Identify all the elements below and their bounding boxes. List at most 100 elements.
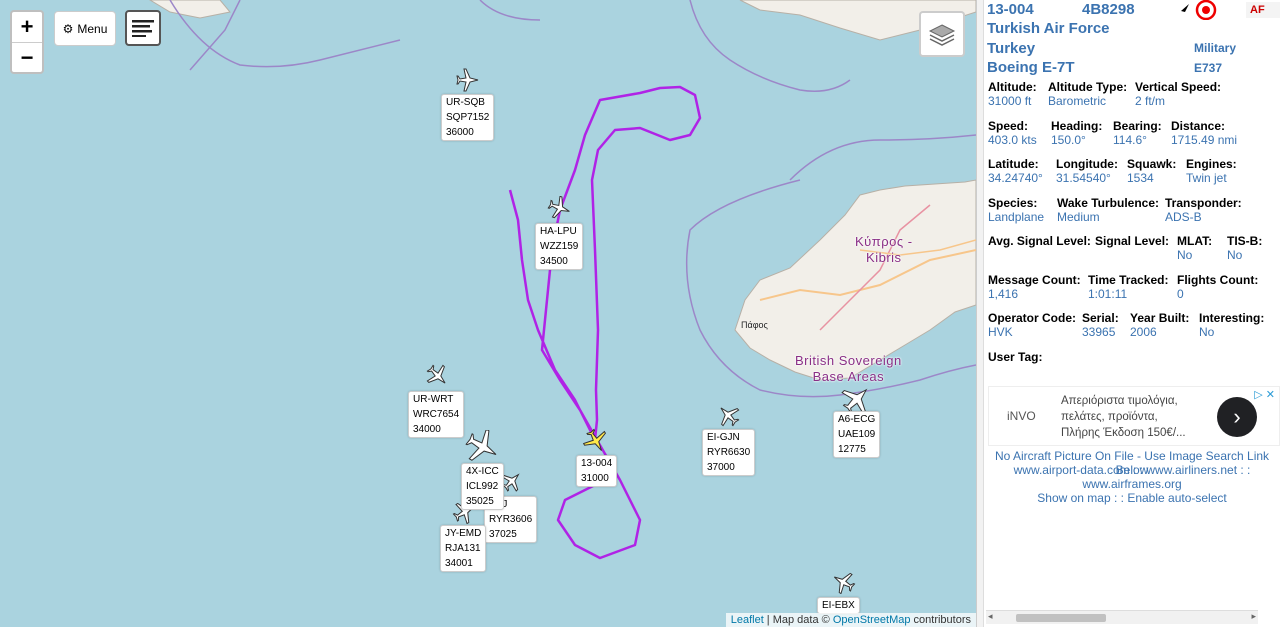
field-value: 33965 bbox=[1082, 325, 1116, 339]
leaflet-link[interactable]: Leaflet bbox=[731, 614, 764, 626]
field-label: Engines: bbox=[1186, 157, 1237, 171]
airplane-icon[interactable] bbox=[715, 403, 741, 427]
map-attribution: Leaflet | Map data © OpenStreetMap contr… bbox=[725, 613, 976, 627]
icao-hex: 4B8298 bbox=[1082, 1, 1135, 18]
field-value: 1:01:11 bbox=[1088, 287, 1128, 301]
ad-brand: iNVO bbox=[1007, 409, 1036, 423]
field-label: Altitude Type: bbox=[1048, 80, 1128, 94]
selected-aircraft-label[interactable]: 13-004 31000 bbox=[576, 455, 618, 487]
field-label: Transponder: bbox=[1165, 196, 1242, 210]
direction-arrow-icon bbox=[1181, 4, 1189, 12]
field-label: TIS-B: bbox=[1227, 234, 1263, 248]
country-name: Turkey bbox=[987, 40, 1036, 57]
zoom-out-button[interactable]: − bbox=[12, 42, 42, 72]
field-label: Longitude: bbox=[1056, 157, 1118, 171]
gear-icon: ⚙ bbox=[62, 21, 74, 36]
aircraft-type-code: E737 bbox=[1194, 61, 1223, 75]
osm-link[interactable]: OpenStreetMap bbox=[833, 614, 911, 626]
chevron-right-icon[interactable]: › bbox=[1217, 397, 1257, 437]
field-value: 34.24740° bbox=[988, 171, 1043, 185]
ad-choices-icon[interactable]: ▷ ✕ bbox=[1254, 388, 1275, 401]
field-label: Flights Count: bbox=[1177, 273, 1259, 287]
field-value: 150.0° bbox=[1051, 133, 1086, 147]
zoom-in-button[interactable]: + bbox=[12, 12, 42, 42]
field-value: No bbox=[1199, 325, 1215, 339]
field-value: 114.6° bbox=[1113, 133, 1147, 147]
airplane-icon[interactable] bbox=[547, 196, 573, 220]
field-value: No bbox=[1177, 248, 1193, 262]
field-value: 1534 bbox=[1127, 171, 1154, 185]
flag-badge: AF bbox=[1246, 2, 1280, 18]
field-value: 2006 bbox=[1130, 325, 1157, 339]
target-icon[interactable] bbox=[1195, 0, 1217, 20]
field-label: Year Built: bbox=[1130, 311, 1190, 325]
scroll-right-arrow-icon[interactable]: ▸ bbox=[1251, 611, 1256, 622]
field-value: 1715.49 nmi bbox=[1171, 133, 1238, 147]
field-value: Medium bbox=[1057, 210, 1100, 224]
field-label: Operator Code: bbox=[988, 311, 1077, 325]
layers-button[interactable] bbox=[919, 11, 965, 57]
ad-text: Απεριόριστα τιμολόγια, πελάτες, προϊόντα… bbox=[1061, 395, 1186, 439]
aircraft-info-panel: 13-004 4B8298 AF Turkish Air Force Turke… bbox=[984, 0, 1280, 627]
field-value: 2 ft/m bbox=[1135, 94, 1166, 108]
horizontal-scrollbar[interactable]: ◂ ▸ bbox=[986, 610, 1258, 624]
callsign: 13-004 bbox=[987, 1, 1034, 18]
panel-splitter[interactable] bbox=[976, 0, 984, 627]
airplane-icon[interactable] bbox=[425, 364, 451, 388]
field-value: Landplane bbox=[988, 210, 1045, 224]
aircraft-label[interactable]: JY-EMD RJA131 34001 bbox=[440, 525, 487, 572]
aircraft-label[interactable]: HA-LPU WZZ159 34500 bbox=[535, 223, 584, 270]
menu-label: Menu bbox=[77, 21, 108, 36]
auto-select-link[interactable]: Enable auto-select bbox=[1127, 491, 1226, 505]
field-label: Time Tracked: bbox=[1088, 273, 1169, 287]
airplane-icon[interactable] bbox=[464, 430, 502, 464]
field-label: Interesting: bbox=[1199, 311, 1265, 325]
airliners-link[interactable]: www.airliners.net bbox=[1146, 463, 1237, 477]
scroll-thumb[interactable] bbox=[1016, 614, 1106, 622]
field-label: User Tag: bbox=[988, 350, 1043, 364]
field-label: Wake Turbulence: bbox=[1057, 196, 1160, 210]
field-label: Species: bbox=[988, 196, 1038, 210]
field-label: Signal Level: bbox=[1095, 234, 1170, 248]
airframes-link[interactable]: www.airframes.org bbox=[984, 477, 1280, 491]
field-label: Heading: bbox=[1051, 119, 1103, 133]
field-label: Squawk: bbox=[1127, 157, 1177, 171]
show-on-map-link[interactable]: Show on map bbox=[1037, 491, 1110, 505]
aircraft-label[interactable]: UR-SQB SQP7152 36000 bbox=[441, 94, 495, 141]
field-value: Twin jet bbox=[1186, 171, 1227, 185]
field-value: 0 bbox=[1177, 287, 1184, 301]
layers-icon bbox=[928, 24, 956, 46]
menu-button[interactable]: ⚙ Menu bbox=[54, 11, 116, 46]
field-value: Barometric bbox=[1048, 94, 1107, 108]
operator-name: Turkish Air Force bbox=[987, 20, 1110, 37]
advertisement[interactable]: iNVO Απεριόριστα τιμολόγια, πελάτες, προ… bbox=[988, 386, 1280, 446]
field-value: 1,416 bbox=[988, 287, 1019, 301]
sovereign-base-label: British Sovereign Base Areas bbox=[795, 353, 902, 384]
zoom-control: + − bbox=[10, 10, 44, 74]
aircraft-label[interactable]: UR-WRT WRC7654 34000 bbox=[408, 391, 465, 438]
field-label: Speed: bbox=[988, 119, 1029, 133]
aircraft-label[interactable]: EI-EBX bbox=[817, 597, 860, 614]
airport-data-link[interactable]: www.airport-data.com bbox=[1014, 463, 1130, 477]
field-value: HVK bbox=[988, 325, 1013, 339]
field-label: Avg. Signal Level: bbox=[988, 234, 1091, 248]
airplane-icon[interactable] bbox=[840, 384, 874, 414]
airplane-icon[interactable] bbox=[455, 68, 481, 92]
aircraft-type-name: Boeing E-7T bbox=[987, 59, 1075, 76]
scroll-left-arrow-icon[interactable]: ◂ bbox=[988, 611, 993, 622]
picture-links-row-1: www.airport-data.com : : www.airliners.n… bbox=[1013, 463, 1251, 477]
selected-airplane-icon[interactable] bbox=[582, 428, 610, 454]
airplane-icon[interactable] bbox=[830, 570, 856, 594]
attribution-text: | Map data © bbox=[763, 614, 833, 626]
field-label: Distance: bbox=[1171, 119, 1226, 133]
field-label: MLAT: bbox=[1177, 234, 1213, 248]
field-value: ADS-B bbox=[1165, 210, 1202, 224]
aircraft-list-button[interactable] bbox=[125, 10, 161, 46]
field-value: 31.54540° bbox=[1056, 171, 1111, 185]
map-view[interactable]: + − ⚙ Menu Κύπρος - Kibris Πάφος British… bbox=[0, 0, 976, 627]
aircraft-label[interactable]: 4X-ICC ICL992 35025 bbox=[461, 463, 504, 510]
aircraft-label[interactable]: A6-ECG UAE109 12775 bbox=[833, 411, 881, 458]
field-label: Latitude: bbox=[988, 157, 1039, 171]
aircraft-label[interactable]: EI-GJN RYR6630 37000 bbox=[702, 429, 756, 476]
map-options-row: Show on map : : Enable auto-select bbox=[1037, 491, 1227, 505]
